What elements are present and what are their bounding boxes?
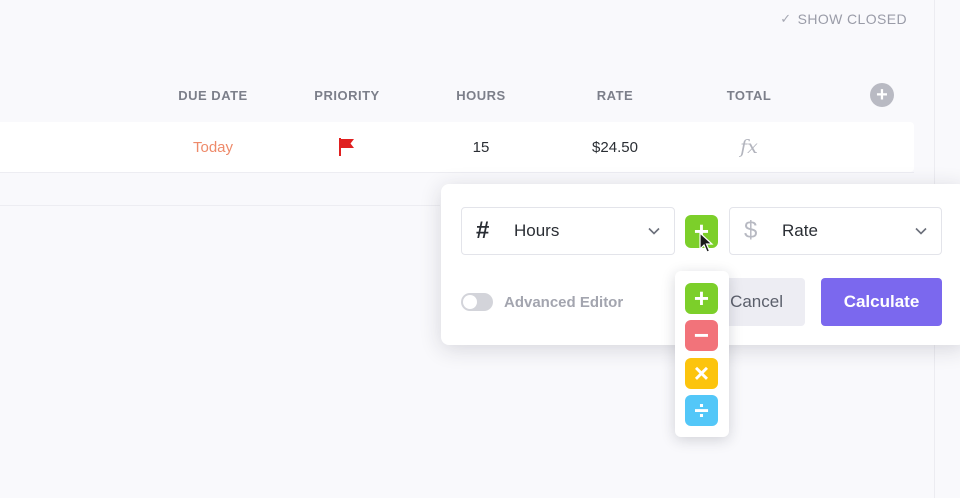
advanced-editor-toggle[interactable] bbox=[461, 293, 493, 311]
formula-icon: fx bbox=[740, 136, 758, 158]
column-header-due-date[interactable]: DUE DATE bbox=[153, 88, 273, 103]
column-header-rate[interactable]: RATE bbox=[555, 88, 675, 103]
chevron-down-icon bbox=[915, 227, 927, 235]
left-field-select[interactable]: # Hours bbox=[461, 207, 675, 255]
column-header-priority[interactable]: PRIORITY bbox=[287, 88, 407, 103]
right-field-label: Rate bbox=[782, 221, 818, 240]
hours-cell[interactable]: 15 bbox=[421, 122, 541, 172]
priority-cell[interactable] bbox=[287, 122, 407, 172]
row-divider bbox=[0, 205, 440, 206]
rate-cell[interactable]: $24.50 bbox=[555, 122, 675, 172]
plus-circle-icon: + bbox=[876, 84, 888, 106]
show-closed-label: SHOW CLOSED bbox=[797, 11, 907, 27]
plus-icon: + bbox=[693, 283, 710, 313]
total-cell[interactable]: fx bbox=[689, 122, 809, 172]
subtract-operator-button[interactable]: − bbox=[685, 320, 718, 351]
mouse-cursor-icon bbox=[699, 232, 714, 253]
multiply-icon: × bbox=[693, 358, 710, 388]
task-row[interactable]: Today 15 $24.50 fx bbox=[0, 122, 914, 172]
multiply-operator-button[interactable]: × bbox=[685, 358, 718, 389]
chevron-down-icon bbox=[648, 227, 660, 235]
calculate-button[interactable]: Calculate bbox=[821, 278, 942, 326]
operator-menu: + − × ÷ bbox=[675, 271, 729, 437]
divide-operator-button[interactable]: ÷ bbox=[685, 395, 718, 426]
minus-icon: − bbox=[693, 320, 710, 350]
check-icon: ✓ bbox=[780, 11, 792, 26]
currency-field-icon: $ bbox=[744, 217, 758, 244]
add-operator-button[interactable]: + bbox=[685, 283, 718, 314]
advanced-editor-label: Advanced Editor bbox=[504, 294, 624, 311]
show-closed-toggle[interactable]: ✓ SHOW CLOSED bbox=[780, 11, 907, 27]
number-field-icon: # bbox=[476, 217, 490, 244]
column-header-hours[interactable]: HOURS bbox=[421, 88, 541, 103]
right-field-select[interactable]: $ Rate bbox=[729, 207, 942, 255]
column-header-total[interactable]: TOTAL bbox=[689, 88, 809, 103]
left-field-label: Hours bbox=[514, 221, 560, 240]
divide-icon: ÷ bbox=[694, 395, 709, 425]
add-column-button[interactable]: + bbox=[870, 83, 894, 107]
row-divider bbox=[0, 172, 914, 173]
due-date-cell[interactable]: Today bbox=[153, 122, 273, 172]
flag-icon bbox=[339, 138, 354, 156]
